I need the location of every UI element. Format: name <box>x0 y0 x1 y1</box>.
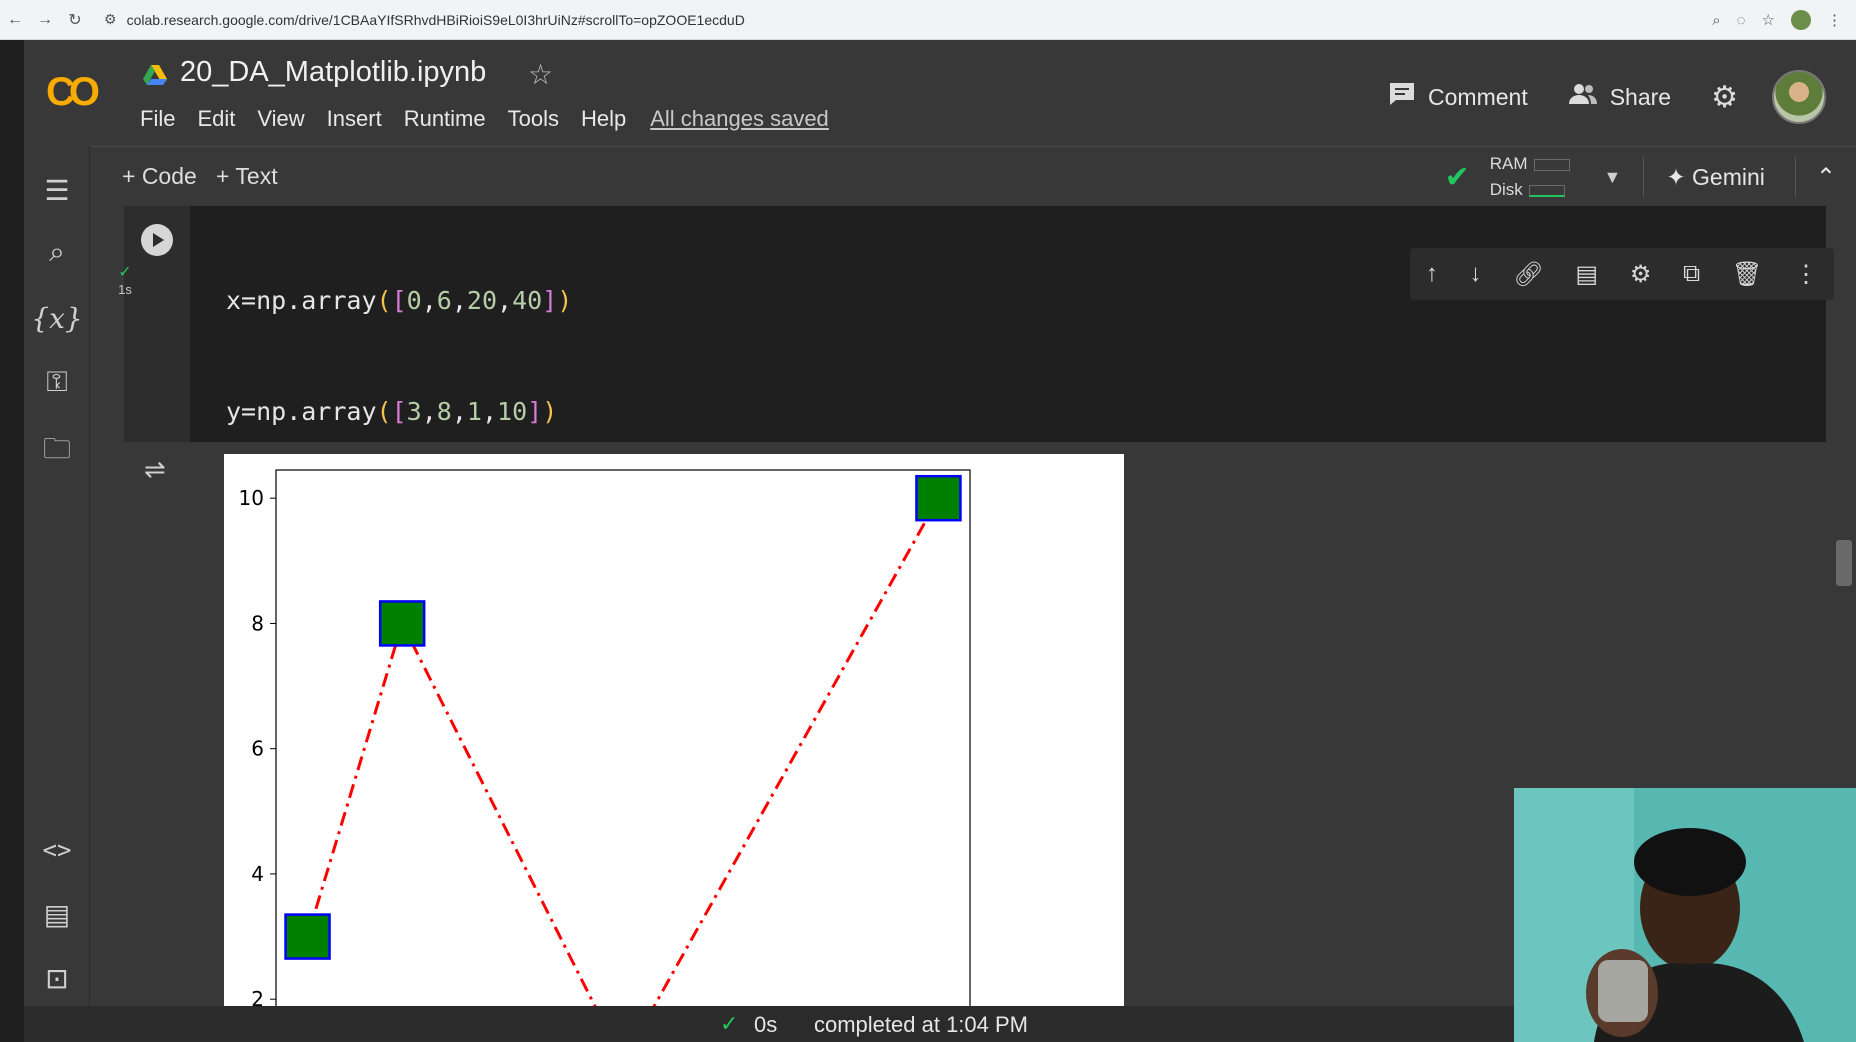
disk-label: Disk <box>1489 180 1523 199</box>
ram-bar <box>1533 158 1570 171</box>
output-actions-icon[interactable]: ⇌ <box>144 454 166 485</box>
settings-button[interactable]: ⚙ <box>1711 80 1738 115</box>
status-text: completed at 1:04 PM <box>814 1012 1029 1037</box>
colab-logo-text: CO <box>46 70 100 114</box>
reload-icon[interactable]: ↻ <box>60 10 90 30</box>
menu-view[interactable]: View <box>257 106 304 132</box>
add-code-button[interactable]: + Code <box>122 163 197 190</box>
files-folder-icon[interactable]: 🗀 <box>24 428 90 476</box>
gear-icon: ⚙ <box>1711 80 1738 114</box>
comment-label: Comment <box>1428 83 1528 110</box>
zoom-icon[interactable]: ⌕ <box>1712 12 1720 29</box>
add-comment-icon[interactable]: ▤ <box>1575 260 1598 289</box>
share-label: Share <box>1609 83 1672 110</box>
line-chart: 246810 <box>239 469 971 1042</box>
google-drive-icon[interactable] <box>142 64 168 86</box>
save-status-link[interactable]: All changes saved <box>650 106 829 132</box>
terminal-icon[interactable]: ⊡ <box>24 962 90 995</box>
browser-menu-icon[interactable]: ⋮ <box>1827 11 1842 29</box>
connected-check-icon: ✔ <box>1444 160 1470 194</box>
code-snippets-icon[interactable]: <> <box>24 836 90 864</box>
code-line-1: x=np.array([0,6,20,40]) <box>226 286 573 315</box>
menu-help[interactable]: Help <box>581 106 626 132</box>
header-actions: Comment Share ⚙ <box>1388 70 1826 124</box>
y-tick-label: 8 <box>251 611 264 635</box>
left-sidebar: ☰ ⌕ {x} ⚿ 🗀 <> ▤ ⊡ <box>24 146 90 1042</box>
table-of-contents-icon[interactable]: ☰ <box>24 174 90 207</box>
gemini-button[interactable]: ✦ Gemini <box>1666 164 1765 191</box>
menu-runtime[interactable]: Runtime <box>404 106 486 132</box>
execution-time: 1s <box>118 282 132 297</box>
share-button[interactable]: Share <box>1568 82 1671 112</box>
notebook-toolbar: + Code + Text ✔ RAM Disk ▼ ✦ Gemini ⌃ <box>90 146 1856 206</box>
move-up-icon[interactable]: ↑ <box>1426 260 1438 288</box>
data-point-marker <box>378 600 426 647</box>
webcam-person-image <box>1514 788 1856 1042</box>
command-palette-icon[interactable]: ▤ <box>24 898 90 931</box>
plot-figure: 2 4 6 8 10 <box>224 454 1124 1042</box>
disk-bar <box>1528 184 1565 197</box>
data-point-marker <box>284 913 331 960</box>
collapse-header-icon[interactable]: ⌃ <box>1816 163 1836 192</box>
cell-toolbar: ↑ ↓ 🔗︎ ▤ ⚙ ⧉ 🗑︎ ⋮ <box>1410 248 1834 300</box>
runtime-controls: ✔ RAM Disk ▼ ✦ Gemini ⌃ <box>1445 147 1842 207</box>
gemini-label: Gemini <box>1692 163 1765 190</box>
comment-button[interactable]: Comment <box>1388 81 1528 113</box>
toolbar-divider <box>1794 157 1796 197</box>
delete-trash-icon[interactable]: 🗑︎ <box>1732 260 1762 289</box>
sparkle-icon: ✦ <box>1666 163 1686 190</box>
more-options-icon[interactable]: ⋮ <box>1794 260 1818 289</box>
browser-profile-avatar[interactable] <box>1791 10 1811 30</box>
browser-toolbar: ← → ↻ ⚙ colab.research.google.com/drive/… <box>0 0 1856 40</box>
code-line-2: y=np.array([3,8,1,10]) <box>226 397 558 426</box>
y-tick-label: 10 <box>239 486 264 510</box>
status-check-icon: ✓ <box>720 1011 739 1036</box>
scrollbar-thumb[interactable] <box>1836 540 1852 586</box>
search-icon[interactable]: ⌕ <box>24 236 90 269</box>
y-tick-label: 6 <box>251 737 264 761</box>
run-cell-button[interactable] <box>141 224 173 256</box>
secrets-key-icon[interactable]: ⚿ <box>24 366 90 399</box>
address-bar[interactable]: colab.research.google.com/drive/1CBAaYIf… <box>127 12 745 28</box>
eye-off-icon[interactable]: ◌ <box>1737 12 1746 29</box>
menu-insert[interactable]: Insert <box>327 106 382 132</box>
user-avatar[interactable] <box>1772 70 1826 124</box>
move-down-icon[interactable]: ↓ <box>1470 260 1482 288</box>
menu-edit[interactable]: Edit <box>197 106 235 132</box>
menu-file[interactable]: File <box>140 106 175 132</box>
ram-label: RAM <box>1489 154 1528 173</box>
status-time: 0s <box>754 1012 778 1037</box>
colab-header: CO 20_DA_Matplotlib.ipynb ☆ File Edit Vi… <box>24 40 1856 146</box>
axes-frame <box>275 469 971 1042</box>
bookmark-star-icon[interactable]: ☆ <box>1762 11 1775 29</box>
runtime-dropdown-icon[interactable]: ▼ <box>1604 167 1622 188</box>
data-point-marker <box>915 474 962 522</box>
back-icon[interactable]: ← <box>0 11 30 29</box>
resource-monitor[interactable]: RAM Disk <box>1490 151 1570 203</box>
mirror-cell-icon[interactable]: ⧉ <box>1683 260 1700 288</box>
variables-icon[interactable]: {x} <box>24 302 90 335</box>
link-icon[interactable]: 🔗︎ <box>1513 260 1543 289</box>
execution-status: ✓ 1s <box>110 262 140 297</box>
cell-gutter: ✓ 1s <box>118 206 190 442</box>
people-icon <box>1568 82 1598 112</box>
code-cell[interactable]: ✓ 1s x=np.array([0,6,20,40]) y=np.array(… <box>118 206 1826 648</box>
menu-tools[interactable]: Tools <box>508 106 559 132</box>
success-check-icon: ✓ <box>118 264 132 281</box>
notebook-title[interactable]: 20_DA_Matplotlib.ipynb <box>180 56 486 89</box>
star-icon[interactable]: ☆ <box>528 58 553 91</box>
site-info-icon[interactable]: ⚙ <box>104 11 117 28</box>
add-text-button[interactable]: + Text <box>216 163 278 190</box>
cell-settings-gear-icon[interactable]: ⚙ <box>1630 260 1652 289</box>
colab-logo[interactable]: CO <box>46 70 118 114</box>
app-window: ← → ↻ ⚙ colab.research.google.com/drive/… <box>0 0 1856 1042</box>
menu-bar: File Edit View Insert Runtime Tools Help… <box>140 106 829 132</box>
y-tick-label: 4 <box>251 862 264 886</box>
toolbar-divider <box>1643 157 1645 197</box>
comment-icon <box>1388 81 1416 113</box>
webcam-overlay <box>1514 788 1856 1042</box>
forward-icon[interactable]: → <box>30 11 60 29</box>
